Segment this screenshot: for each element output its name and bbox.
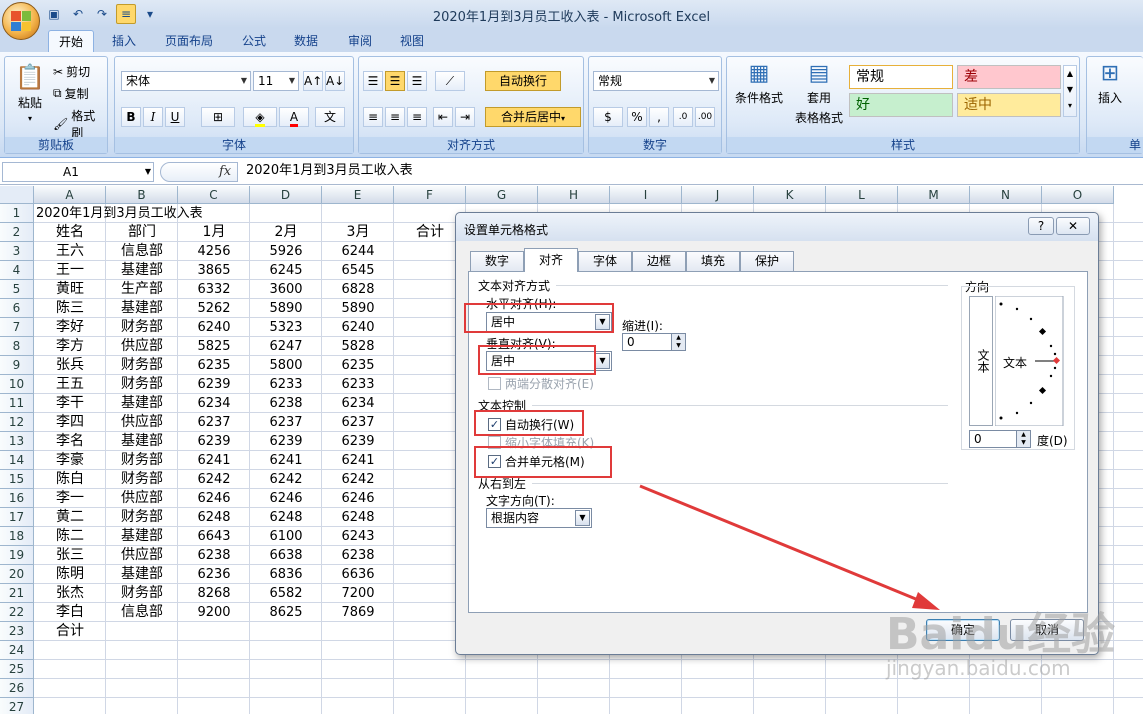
watermark-url: jingyan.baidu.com	[886, 656, 1071, 680]
watermark: Baidu经验 jingyan.baidu.com	[880, 592, 1120, 692]
watermark-brand: Baidu经验	[886, 609, 1116, 660]
office-button[interactable]	[2, 2, 40, 40]
dialog-tab-alignment[interactable]: 对齐	[524, 248, 578, 272]
office-logo-icon	[11, 11, 31, 31]
